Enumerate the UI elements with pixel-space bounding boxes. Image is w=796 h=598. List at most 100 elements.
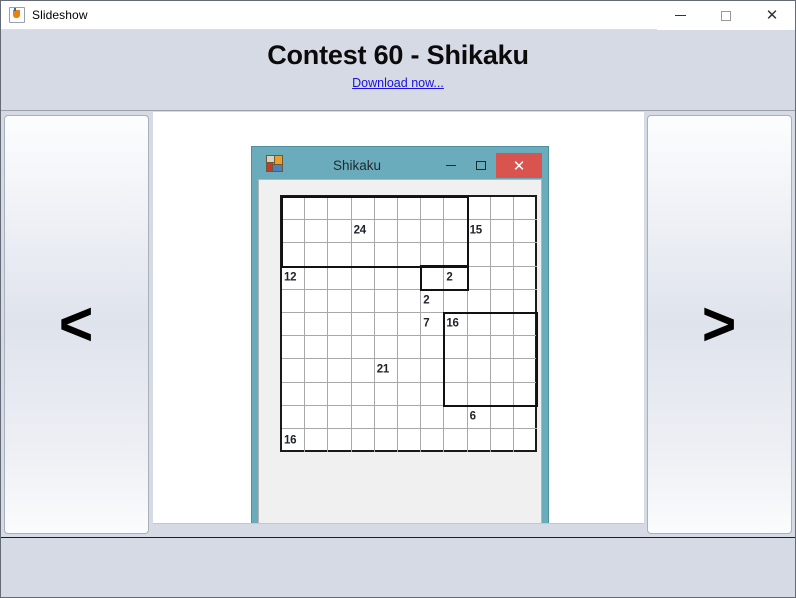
grid-cell[interactable] bbox=[398, 382, 422, 406]
grid-cell[interactable] bbox=[328, 336, 352, 360]
grid-cell[interactable] bbox=[328, 243, 352, 267]
grid-cell[interactable]: 6 bbox=[467, 405, 491, 429]
grid-cell[interactable] bbox=[282, 313, 306, 337]
grid-cell[interactable]: 2 bbox=[444, 266, 468, 290]
slide-horizontal-scrollbar[interactable] bbox=[153, 523, 644, 537]
grid-cell[interactable] bbox=[514, 406, 538, 429]
grid-cell[interactable] bbox=[490, 220, 514, 244]
grid-cell[interactable] bbox=[305, 266, 329, 290]
grid-cell[interactable] bbox=[398, 429, 422, 453]
grid-cell[interactable] bbox=[514, 243, 538, 267]
grid-cell[interactable] bbox=[282, 359, 306, 383]
grid-cell[interactable] bbox=[444, 382, 468, 406]
shikaku-maximize-button[interactable] bbox=[466, 153, 496, 178]
grid-cell[interactable] bbox=[351, 289, 375, 313]
grid-cell[interactable] bbox=[305, 336, 329, 360]
grid-cell[interactable]: 16 bbox=[282, 429, 306, 453]
grid-cell[interactable] bbox=[467, 313, 491, 337]
grid-cell[interactable] bbox=[398, 243, 422, 267]
grid-cell[interactable] bbox=[374, 405, 398, 429]
grid-cell[interactable]: 21 bbox=[374, 359, 398, 383]
grid-cell[interactable] bbox=[467, 266, 491, 290]
next-slide-button[interactable]: > bbox=[647, 115, 792, 534]
grid-cell[interactable] bbox=[421, 197, 445, 221]
grid-cell[interactable]: 2 bbox=[421, 289, 445, 313]
grid-cell[interactable] bbox=[490, 289, 514, 313]
grid-cell[interactable] bbox=[398, 405, 422, 429]
grid-cell[interactable] bbox=[282, 289, 306, 313]
shikaku-minimize-button[interactable] bbox=[436, 153, 466, 178]
grid-cell[interactable] bbox=[467, 336, 491, 360]
grid-cell[interactable] bbox=[305, 289, 329, 313]
grid-cell[interactable] bbox=[398, 289, 422, 313]
grid-cell[interactable] bbox=[328, 197, 352, 221]
grid-cell[interactable] bbox=[444, 220, 468, 244]
shikaku-close-button[interactable]: ✕ bbox=[496, 153, 542, 178]
grid-cell[interactable] bbox=[374, 313, 398, 337]
grid-cell[interactable] bbox=[305, 220, 329, 244]
grid-cell[interactable] bbox=[328, 359, 352, 383]
grid-cell[interactable] bbox=[490, 313, 514, 337]
grid-cell[interactable] bbox=[282, 336, 306, 360]
grid-cell[interactable] bbox=[421, 405, 445, 429]
grid-cell[interactable] bbox=[490, 359, 514, 383]
grid-cell[interactable] bbox=[514, 313, 538, 337]
grid-cell[interactable] bbox=[328, 382, 352, 406]
grid-cell[interactable] bbox=[421, 382, 445, 406]
grid-cell[interactable] bbox=[305, 382, 329, 406]
grid-cell[interactable] bbox=[514, 197, 538, 221]
maximize-button[interactable] bbox=[703, 1, 749, 30]
grid-cell[interactable] bbox=[328, 405, 352, 429]
grid-cell[interactable]: 15 bbox=[467, 220, 491, 244]
grid-cell[interactable] bbox=[328, 289, 352, 313]
grid-cell[interactable] bbox=[398, 359, 422, 383]
grid-cell[interactable] bbox=[444, 429, 468, 453]
grid-cell[interactable] bbox=[374, 289, 398, 313]
grid-cell[interactable] bbox=[490, 336, 514, 360]
previous-slide-button[interactable]: < bbox=[4, 115, 149, 534]
grid-cell[interactable] bbox=[467, 359, 491, 383]
grid-cell[interactable] bbox=[490, 243, 514, 267]
grid-cell[interactable] bbox=[305, 243, 329, 267]
grid-cell[interactable] bbox=[444, 289, 468, 313]
grid-cell[interactable] bbox=[491, 429, 514, 453]
grid-cell[interactable] bbox=[328, 266, 352, 290]
grid-cell[interactable] bbox=[282, 405, 306, 429]
grid-cell[interactable] bbox=[444, 359, 468, 383]
grid-cell[interactable] bbox=[398, 336, 422, 360]
grid-cell[interactable] bbox=[490, 197, 514, 221]
grid-cell[interactable] bbox=[514, 359, 538, 383]
grid-cell[interactable] bbox=[398, 313, 422, 337]
grid-cell[interactable] bbox=[351, 336, 375, 360]
grid-cell[interactable] bbox=[351, 382, 375, 406]
grid-cell[interactable] bbox=[514, 290, 538, 313]
grid-cell[interactable] bbox=[514, 220, 538, 244]
grid-cell[interactable] bbox=[514, 267, 538, 290]
grid-cell[interactable] bbox=[305, 313, 329, 337]
grid-cell[interactable] bbox=[398, 197, 422, 221]
grid-cell[interactable]: 7 bbox=[421, 313, 445, 337]
grid-cell[interactable]: 12 bbox=[282, 266, 306, 290]
grid-cell[interactable] bbox=[490, 382, 514, 406]
grid-cell[interactable] bbox=[351, 197, 375, 221]
grid-cell[interactable] bbox=[514, 383, 538, 406]
grid-cell[interactable] bbox=[282, 243, 306, 267]
grid-cell[interactable] bbox=[514, 429, 537, 452]
grid-cell[interactable]: 24 bbox=[351, 220, 375, 244]
grid-cell[interactable] bbox=[444, 336, 468, 360]
grid-cell[interactable] bbox=[421, 220, 445, 244]
grid-cell[interactable] bbox=[490, 405, 514, 429]
grid-cell[interactable] bbox=[398, 220, 422, 244]
grid-cell[interactable] bbox=[444, 197, 468, 221]
grid-cell[interactable] bbox=[468, 429, 491, 453]
grid-cell[interactable] bbox=[467, 197, 491, 221]
grid-cell[interactable] bbox=[351, 359, 375, 383]
grid-cell[interactable]: 16 bbox=[444, 313, 468, 337]
grid-cell[interactable] bbox=[328, 313, 352, 337]
grid-cell[interactable] bbox=[421, 336, 445, 360]
grid-cell[interactable] bbox=[374, 266, 398, 290]
grid-cell[interactable] bbox=[467, 289, 491, 313]
grid-cell[interactable] bbox=[421, 359, 445, 383]
grid-cell[interactable] bbox=[351, 405, 375, 429]
shikaku-grid[interactable]: 24 15 12 2 2 7 16 21 6 16 bbox=[280, 195, 539, 453]
